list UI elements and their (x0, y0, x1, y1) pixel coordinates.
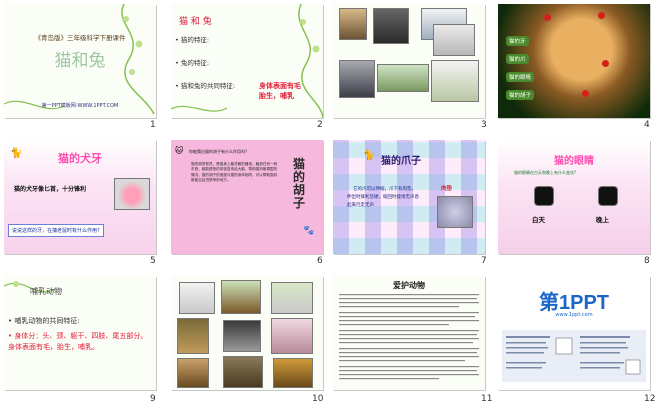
footer-info-panel (502, 330, 646, 382)
slide-title: 猫的眼睛 (554, 156, 594, 167)
slide-body: 猫的犬牙像匕首，十分锋利 (14, 186, 87, 193)
marker-dot (582, 90, 589, 97)
bullet-label: 猫的特征: (180, 36, 210, 44)
cat-icon: 🐱 (175, 146, 184, 155)
bullet-label: 猫和兔的共同特征: (180, 82, 236, 90)
brand-logo: 第1PPT (538, 292, 610, 314)
mouse-photo (271, 318, 313, 354)
slide-thumbnail-11[interactable]: 爱护动物 (333, 276, 485, 390)
slide-thumbnail-7[interactable]: 🐈 猫的爪子 它的爪可以伸缩，爪下有肉垫， 伸出时锋利坚硬，缩回时能悄无声息 起… (333, 140, 485, 254)
label-cat-claw: 猫的爪 (506, 54, 529, 64)
article-text-lines (339, 294, 479, 380)
marker-dot (544, 14, 551, 21)
slide-body-2: 伸出时锋利坚硬，缩回时能悄无声息 (347, 195, 419, 200)
bullet-label: 身体分：头、颈、躯干、四肢、尾五部分。身体表面有毛，胎生，哺乳。 (8, 332, 148, 351)
sheep-photo (271, 282, 313, 314)
bullet-features: • 身体分：头、颈、躯干、四肢、尾五部分。身体表面有毛，胎生，哺乳。 (8, 332, 148, 351)
lion-photo (273, 358, 313, 388)
bullet-label: 兔的特征: (180, 59, 210, 67)
slide-title: 哺乳动物 (30, 287, 62, 296)
cat-mouth-photo (114, 178, 150, 210)
brand-tagline: www.1ppt.com (555, 312, 593, 318)
camel-photo (177, 358, 209, 388)
slide-thumbnail-12[interactable]: 第1PPT www.1ppt.com (498, 276, 650, 390)
bullet-rabbit-features: • 兔的特征: (175, 59, 210, 67)
label-cat-teeth: 猫的牙 (506, 36, 529, 46)
slide-body: 猫的胡须很灵，是猫身上最灵敏的器官。触到任何一种东西，都能很快的将信息传给大脑，… (191, 162, 278, 182)
title-char: 子 (292, 196, 305, 210)
slide-number: 3 (481, 120, 487, 130)
marker-dot (598, 12, 605, 19)
paw-icon: 🐾 (303, 226, 315, 236)
slide-number: 11 (481, 394, 493, 404)
slide-number: 4 (644, 120, 650, 130)
deer-photo (177, 318, 209, 354)
slide-question: 你能猜出猫的胡子有什么作用吗? (189, 149, 248, 154)
slide-number: 10 (312, 394, 324, 404)
slide-number: 5 (150, 256, 156, 266)
slide-thumbnail-6[interactable]: 🐱 你能猜出猫的胡子有什么作用吗? 猫的胡须很灵，是猫身上最灵敏的器官。触到任何… (171, 140, 323, 254)
bullet-common: • 哺乳动物的共同特征: (8, 317, 80, 325)
marker-dot (602, 60, 609, 67)
bullet-label: 哺乳动物的共同特征: (14, 317, 80, 325)
question-box: 说说这样的牙，在捕老鼠时有什么作用? (8, 224, 104, 237)
paw-pad-label: 肉垫 (441, 186, 453, 192)
bullet-common-features: • 猫和兔的共同特征: (175, 82, 236, 90)
info-panel-lines (506, 336, 641, 375)
white-rabbit-photo (431, 60, 479, 102)
slide-number: 2 (317, 120, 323, 130)
slide-thumbnail-10[interactable] (171, 276, 323, 390)
vertical-title: 猫 的 胡 子 (289, 158, 309, 210)
slide-number: 12 (644, 394, 656, 404)
cat-face-night-icon (598, 186, 618, 206)
cat-icon: 🐈 (363, 150, 376, 161)
cat-face-day-icon (534, 186, 554, 206)
slide-thumbnail-2[interactable]: 猫 和 兔 • 猫的特征: • 兔的特征: • 猫和兔的共同特征: 身体表面有毛… (171, 4, 323, 118)
slide-footer: 第一PPT模板网-WWW.1PPT.COM (41, 103, 119, 109)
slide-thumbnail-3[interactable] (333, 4, 485, 118)
slide-thumbnail-1[interactable]: 《青岛版》三年级科学下册课件 猫和兔 第一PPT模板网-WWW.1PPT.COM (4, 4, 156, 118)
slide-number: 9 (150, 394, 156, 404)
slide-thumbnail-5[interactable]: 🐈 猫的犬牙 猫的犬牙像匕首，十分锋利 说说这样的牙，在捕老鼠时有什么作用? (4, 140, 156, 254)
slide-body-3: 起来行走无声 (347, 203, 374, 208)
slide-title: 猫 和 兔 (179, 17, 212, 27)
slide-number: 1 (150, 120, 156, 130)
gray-rabbit-photo (339, 60, 375, 98)
cat-photo (373, 8, 409, 44)
answer-line-1: 身体表面有毛 (259, 82, 301, 90)
slide-body-1: 它的爪可以伸缩，爪下有肉垫， (353, 187, 416, 192)
slide-number: 8 (644, 256, 650, 266)
kitten-photo (339, 8, 367, 40)
cat-paw-photo (437, 196, 473, 228)
rabbits-photo (377, 64, 429, 92)
slide-thumbnail-9[interactable]: 哺乳动物 • 哺乳动物的共同特征: • 身体分：头、颈、躯干、四肢、尾五部分。身… (4, 276, 156, 390)
panda-photo (223, 320, 261, 352)
buffalo-photo (223, 356, 263, 388)
slide-title: 猫和兔 (54, 51, 106, 71)
slide-series-title: 《青岛版》三年级科学下册课件 (34, 34, 126, 42)
slide-number: 7 (481, 256, 487, 266)
label-day: 白天 (532, 216, 545, 224)
slide-title: 猫的犬牙 (58, 152, 102, 165)
dog-photo (179, 282, 215, 314)
horse-photo (221, 280, 261, 314)
label-cat-whiskers: 猫的胡子 (506, 90, 535, 100)
answer-line-2: 胎生，哺乳 (259, 92, 294, 100)
label-cat-eyes: 猫的眼睛 (506, 72, 535, 82)
slide-subtitle: 猫的眼睛在白天和晚上有什么变化? (514, 170, 577, 175)
slide-title: 猫的爪子 (381, 156, 421, 167)
label-night: 晚上 (596, 216, 609, 224)
slide-thumbnail-8[interactable]: 猫的眼睛 猫的眼睛在白天和晚上有什么变化? 白天 晚上 (498, 140, 650, 254)
bullet-cat-features: • 猫的特征: (175, 36, 210, 44)
persian-cat-photo (433, 24, 475, 56)
slide-thumbnail-4[interactable]: 猫的牙 猫的爪 猫的眼睛 猫的胡子 (498, 4, 650, 118)
slide-number: 6 (317, 256, 323, 266)
